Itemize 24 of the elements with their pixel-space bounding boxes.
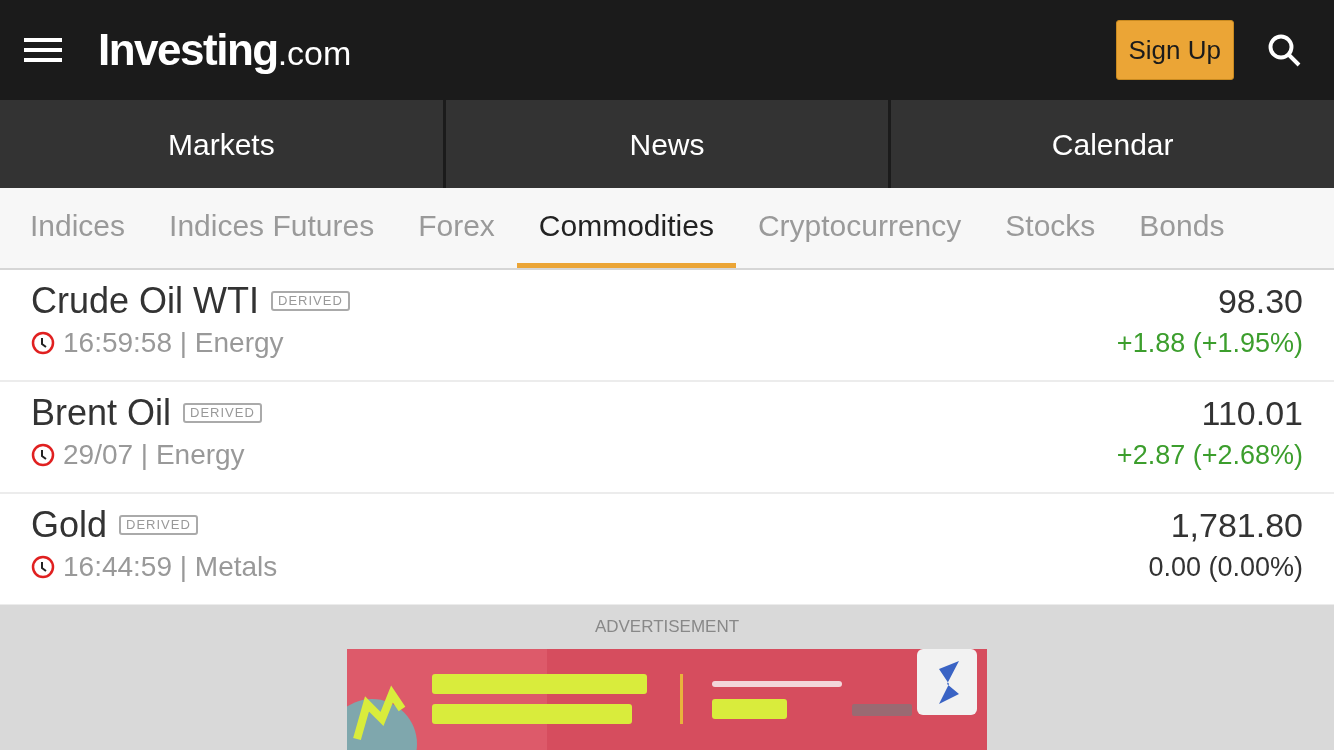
change-text: 0.00 (0.00%) (1148, 551, 1303, 584)
instrument-name[interactable]: Crude Oil WTI (31, 280, 260, 322)
derived-label: DERIVED (271, 291, 350, 311)
price-text: 110.01 (1201, 393, 1303, 434)
search-icon[interactable] (1266, 32, 1302, 68)
instrument-name[interactable]: Brent Oil (31, 392, 172, 434)
clock-icon (31, 443, 55, 467)
instrument-name[interactable]: Gold (31, 504, 108, 546)
clock-icon (31, 555, 55, 579)
menu-icon[interactable] (24, 38, 62, 62)
change-text: +2.87 (+2.68%) (1116, 439, 1303, 472)
price-text: 98.30 (1217, 281, 1303, 322)
derived-label: DERIVED (183, 403, 262, 423)
advertisement-label: ADVERTISEMENT (594, 617, 740, 637)
change-text: +1.88 (+1.95%) (1116, 327, 1303, 360)
logo[interactable]: Investing.com (98, 17, 352, 83)
time-category-text: 16:59:58 | Energy (63, 326, 284, 360)
time-category-text: 16:44:59 | Metals (63, 550, 278, 584)
sign-up-button[interactable]: Sign Up (1115, 20, 1234, 80)
clock-icon (31, 331, 55, 355)
derived-label: DERIVED (119, 515, 198, 535)
time-category-text: 29/07 | Energy (63, 438, 245, 472)
price-text: 1,781.80 (1170, 505, 1303, 546)
category-tab[interactable]: Commodities (516, 188, 736, 268)
